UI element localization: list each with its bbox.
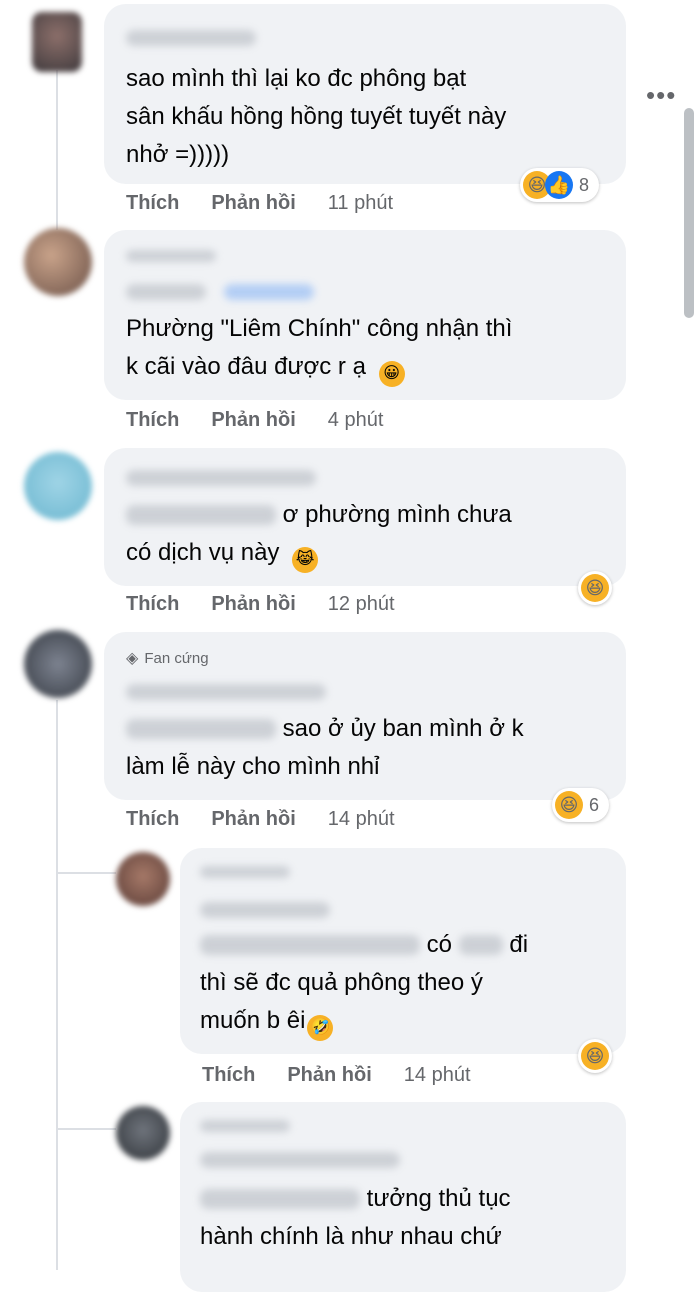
more-options-icon[interactable]: ••• <box>646 80 676 111</box>
like-button[interactable]: Thích <box>126 593 179 616</box>
like-button[interactable]: Thích <box>126 409 179 432</box>
comment-bubble: Phường "Liêm Chính" công nhận thì k cãi … <box>104 230 626 400</box>
reply-button[interactable]: Phản hồi <box>211 409 295 432</box>
reaction-summary[interactable]: 😆 <box>578 1039 612 1073</box>
mention-redacted[interactable] <box>200 935 420 955</box>
commenter-name-redacted[interactable] <box>126 684 326 700</box>
haha-icon: 😆 <box>581 574 609 602</box>
comment-text: Phường "Liêm Chính" công nhận thì k cãi … <box>126 310 512 387</box>
thread-line <box>56 70 58 230</box>
commenter-name-redacted[interactable] <box>126 30 256 46</box>
reply-button[interactable]: Phản hồi <box>211 593 295 616</box>
scrollbar[interactable] <box>684 108 694 318</box>
avatar[interactable] <box>24 228 92 296</box>
like-button[interactable]: Thích <box>126 192 179 215</box>
reply-bubble: tưởng thủ tục hành chính là như nhau chứ <box>180 1102 626 1292</box>
mention-redacted[interactable] <box>126 719 276 739</box>
comment-text: ơ phường mình chưa có dịch vụ này 😹 <box>126 496 512 573</box>
diamond-icon: ◈ <box>126 650 139 667</box>
thread-connector <box>56 1128 116 1130</box>
avatar[interactable] <box>116 852 170 906</box>
reaction-count: 6 <box>589 794 600 815</box>
comment-time: 11 phút <box>327 192 394 214</box>
comment-actions: Thích Phản hồi 11 phút <box>126 192 425 215</box>
avatar[interactable] <box>24 452 92 520</box>
fan-badge: ◈ Fan cứng <box>126 648 209 668</box>
avatar[interactable] <box>24 630 92 698</box>
reply-button[interactable]: Phản hồi <box>211 808 295 831</box>
comment-time: 14 phút <box>327 808 395 830</box>
haha-icon: 😆 <box>555 791 583 819</box>
haha-icon: 😆 <box>581 1042 609 1070</box>
comment-text: sao ở ủy ban mình ở k làm lễ này cho mìn… <box>126 715 524 780</box>
grinning-emoji-icon: 😀 <box>378 361 405 387</box>
commenter-badge-redacted <box>200 1120 290 1132</box>
commenter-badge-redacted <box>200 866 290 878</box>
reply-text: có đi thì sẽ đc quả phông theo ý muốn b … <box>200 926 528 1041</box>
like-button[interactable]: Thích <box>126 808 179 831</box>
comment-actions: Thích Phản hồi 4 phút <box>126 409 415 432</box>
reply-button[interactable]: Phản hồi <box>211 192 295 215</box>
rolling-laughing-emoji-icon: 🤣 <box>307 1015 334 1041</box>
reaction-summary[interactable]: 😆 6 <box>552 788 610 822</box>
comment-time: 4 phút <box>327 409 384 431</box>
avatar[interactable] <box>116 1106 170 1160</box>
crying-laughing-cat-icon: 😹 <box>292 547 319 573</box>
reply-actions: Thích Phản hồi 14 phút <box>202 1064 503 1087</box>
commenter-name-redacted[interactable] <box>200 902 330 918</box>
comment-bubble: ơ phường mình chưa có dịch vụ này 😹 <box>104 448 626 586</box>
thread-line <box>56 700 58 1270</box>
commenter-badge-redacted <box>126 250 216 262</box>
like-icon: 👍 <box>545 171 573 199</box>
commenter-name-redacted[interactable] <box>126 284 206 300</box>
comment-actions: Thích Phản hồi 14 phút <box>126 808 427 831</box>
comment-actions: Thích Phản hồi 12 phút <box>126 593 427 616</box>
comment-time: 12 phút <box>327 593 395 615</box>
reply-time: 14 phút <box>403 1064 471 1086</box>
like-button[interactable]: Thích <box>202 1064 255 1087</box>
thread-connector <box>56 872 116 874</box>
comment-bubble: ◈ Fan cứng sao ở ủy ban mình ở k làm lễ … <box>104 632 626 800</box>
reply-bubble: có đi thì sẽ đc quả phông theo ý muốn b … <box>180 848 626 1054</box>
commenter-name-redacted[interactable] <box>200 1152 400 1168</box>
mention-redacted[interactable] <box>126 505 276 525</box>
fan-badge-label: Fan cứng <box>144 649 209 667</box>
reply-button[interactable]: Phản hồi <box>287 1064 371 1087</box>
reply-text: tưởng thủ tục hành chính là như nhau chứ <box>200 1185 511 1250</box>
comment-text: sao mình thì lại ko đc phông bạt sân khấ… <box>126 65 507 168</box>
avatar[interactable] <box>32 12 82 72</box>
reaction-summary[interactable]: 😆 <box>578 571 612 605</box>
mention-redacted[interactable] <box>200 1189 360 1209</box>
reaction-count: 8 <box>579 174 590 195</box>
commenter-tag-redacted[interactable] <box>224 284 314 300</box>
commenter-name-redacted[interactable] <box>126 470 316 486</box>
comment-bubble: sao mình thì lại ko đc phông bạt sân khấ… <box>104 4 626 184</box>
reaction-summary[interactable]: 😆 👍 8 <box>520 168 600 202</box>
redacted-word <box>458 935 503 955</box>
